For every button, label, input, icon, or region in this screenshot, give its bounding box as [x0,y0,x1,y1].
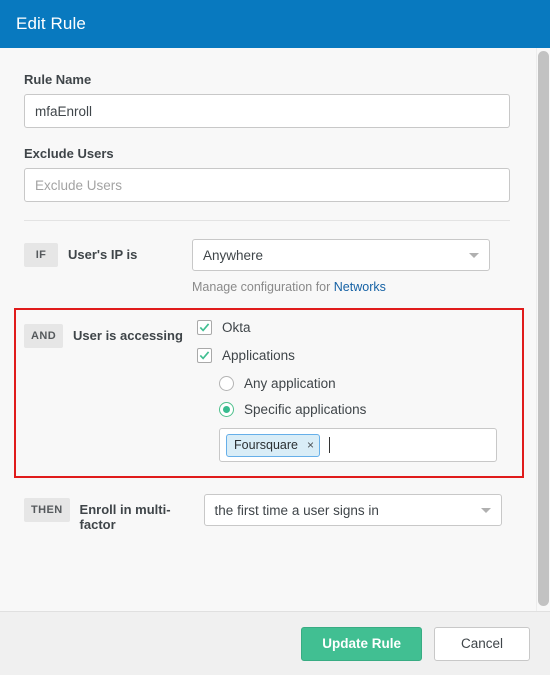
modal-title: Edit Rule [16,14,86,33]
radio-row-any-application[interactable]: Any application [219,376,522,391]
badge-and: AND [24,324,64,348]
radio-label-any-application: Any application [244,376,336,391]
condition-control-if: Anywhere Manage configuration for Networ… [192,239,514,294]
section-divider [24,220,510,221]
exclude-users-label: Exclude Users [24,146,114,161]
checkbox-applications[interactable] [197,348,213,363]
rule-name-group: Rule Name [24,72,514,128]
rule-name-label: Rule Name [24,72,92,87]
user-ip-select-value: Anywhere [203,247,264,263]
radio-specific-applications[interactable] [219,402,235,417]
modal-footer: Update Rule Cancel [0,612,550,675]
rule-name-input[interactable] [24,94,510,128]
modal-header: Edit Rule [0,0,550,48]
exclude-users-group: Exclude Users [24,146,514,202]
radio-label-specific-applications: Specific applications [244,402,367,417]
condition-control-then: the first time a user signs in [203,494,514,526]
condition-row-then: THEN Enroll in multi-factor the first ti… [24,494,514,532]
badge-if: IF [24,243,58,267]
enroll-timing-select-value: the first time a user signs in [214,502,379,518]
modal-body-content: Rule Name Exclude Users IF User's IP is … [0,48,538,532]
condition-label-and: User is accessing [73,328,183,343]
tag-remove-icon[interactable]: × [307,439,314,451]
checkbox-row-okta[interactable]: Okta [197,320,522,335]
chevron-down-icon [469,253,479,258]
radio-row-specific-applications[interactable]: Specific applications [219,402,522,417]
condition-control-and: Okta Applications Any application Specif… [197,320,522,462]
badge-then: THEN [24,498,70,522]
cancel-button[interactable]: Cancel [433,626,530,661]
networks-helper-prefix: Manage configuration for [192,280,334,294]
checkbox-row-applications[interactable]: Applications [197,348,522,363]
condition-label-then: Enroll in multi-factor [79,502,171,532]
radio-any-application[interactable] [219,376,235,391]
condition-row-and: AND User is accessing Okta Applications … [24,320,522,462]
scrollbar-thumb[interactable] [538,51,549,606]
edit-rule-modal: Edit Rule Rule Name Exclude Users IF Use… [0,0,550,675]
user-ip-select[interactable]: Anywhere [192,239,490,271]
scrollbar[interactable] [536,48,550,611]
checkbox-okta[interactable] [197,320,213,335]
exclude-users-input[interactable] [24,168,510,202]
tag-chip-foursquare: Foursquare × [226,433,320,457]
checkmark-icon [199,351,210,360]
modal-body: Rule Name Exclude Users IF User's IP is … [0,48,550,612]
enroll-timing-select[interactable]: the first time a user signs in [203,494,502,526]
condition-row-if: IF User's IP is Anywhere Manage configur… [24,239,514,294]
application-scope-group: Any application Specific applications Fo… [219,376,522,462]
update-rule-button[interactable]: Update Rule [301,626,422,661]
networks-helper-text: Manage configuration for Networks [192,280,514,294]
highlight-annotation-box: AND User is accessing Okta Applications … [14,308,524,478]
condition-label-if: User's IP is [68,247,138,262]
tag-chip-label: Foursquare [234,438,298,452]
chevron-down-icon [480,508,491,513]
checkbox-label-applications: Applications [222,348,295,363]
networks-link[interactable]: Networks [334,280,386,294]
checkmark-icon [199,323,210,332]
text-caret [329,437,330,453]
applications-tag-input[interactable]: Foursquare × [219,428,498,462]
checkbox-label-okta: Okta [222,320,251,335]
